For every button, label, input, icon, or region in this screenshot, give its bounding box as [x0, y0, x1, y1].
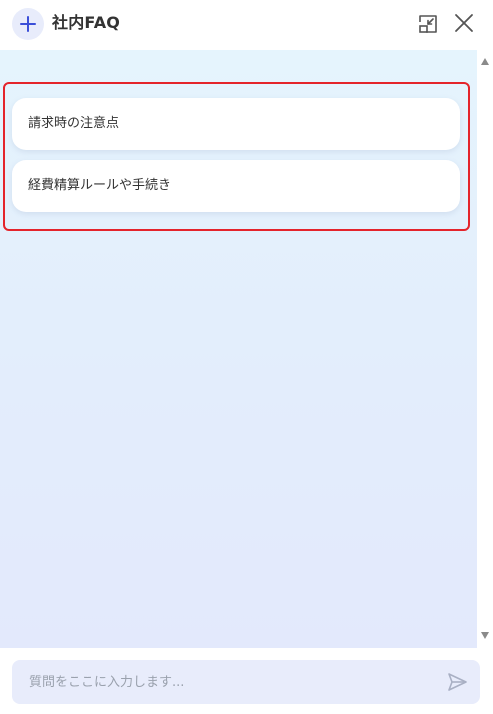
send-button[interactable] — [446, 671, 468, 693]
close-icon — [455, 14, 473, 32]
input-area — [0, 648, 493, 714]
close-button[interactable] — [452, 11, 476, 35]
faq-chat-window: 社内FAQ 請求時の注意点 経費精算ルールや手続き — [0, 0, 493, 714]
page-title: 社内FAQ — [52, 13, 121, 32]
chat-message-area[interactable]: 請求時の注意点 経費精算ルールや手続き — [0, 50, 477, 648]
question-input[interactable] — [12, 660, 432, 704]
chat-scrollbar[interactable] — [477, 50, 493, 648]
suggestion-label: 経費精算ルールや手続き — [28, 178, 172, 193]
scroll-down-arrow-icon[interactable] — [481, 632, 489, 639]
plus-icon — [20, 16, 36, 32]
minimize-button[interactable] — [416, 12, 440, 36]
scroll-up-arrow-icon[interactable] — [481, 58, 489, 65]
minimize-window-icon — [419, 15, 437, 33]
suggestion-label: 請求時の注意点 — [28, 116, 120, 131]
question-input-container — [12, 660, 480, 704]
suggestion-button[interactable]: 請求時の注意点 — [12, 98, 460, 150]
new-chat-button[interactable] — [12, 8, 44, 40]
chat-header: 社内FAQ — [0, 0, 493, 50]
suggestion-button[interactable]: 経費精算ルールや手続き — [12, 160, 460, 212]
send-icon — [448, 673, 467, 691]
